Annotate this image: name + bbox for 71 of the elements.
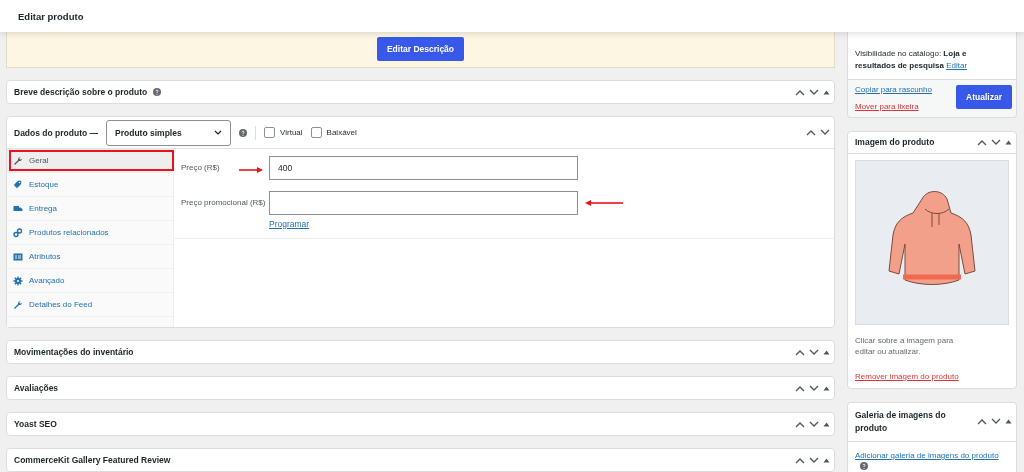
chevron-down-icon <box>214 130 223 135</box>
wrench-icon <box>13 299 23 310</box>
input-field[interactable] <box>269 191 578 215</box>
wrench-icon <box>13 155 23 166</box>
checkbox-label: Baixável <box>326 128 357 137</box>
checkbox[interactable] <box>264 127 276 138</box>
move-down-icon[interactable] <box>809 348 819 356</box>
annotation-arrow <box>585 200 623 206</box>
edit-description-button[interactable]: Editar Descrição <box>376 37 465 61</box>
field-label: Preço (R$) <box>181 163 220 172</box>
move-down-icon[interactable] <box>809 384 819 392</box>
tab[interactable]: Entrega <box>7 197 173 221</box>
truck-icon <box>13 203 23 214</box>
move-down-icon[interactable] <box>809 456 819 464</box>
hint-text: Clicar sobre a imagem para editar ou atualizar. <box>854 334 955 358</box>
move-up-icon[interactable] <box>795 348 805 356</box>
link-icon <box>13 227 23 238</box>
checkbox[interactable] <box>310 127 322 138</box>
collapse-icon[interactable] <box>823 89 830 95</box>
move-down-icon[interactable] <box>991 418 1001 426</box>
field-label: Preço promocional (R$) <box>181 198 266 207</box>
list-icon <box>13 251 23 262</box>
panel-title: Yoast SEO <box>14 419 57 429</box>
move-down-icon[interactable] <box>809 88 819 96</box>
copy-to-draft-link[interactable]: Copiar para rascunho <box>855 84 932 94</box>
move-up-icon[interactable] <box>795 88 805 96</box>
collapse-icon[interactable] <box>1005 139 1012 145</box>
input-field[interactable]: 400 <box>269 156 578 180</box>
product-type-select[interactable]: Produto simples <box>106 119 232 146</box>
move-down-icon[interactable] <box>991 138 1001 146</box>
product-image[interactable] <box>855 159 1009 325</box>
collapse-icon[interactable] <box>823 385 830 391</box>
annotation-arrow <box>239 167 263 173</box>
panel-title: Dados do produto — <box>14 127 99 138</box>
move-up-icon[interactable] <box>795 456 805 464</box>
add-gallery-link[interactable]: Adicionar galeria de imagens do produto <box>855 450 999 460</box>
schedule-link[interactable]: Programar <box>269 219 578 229</box>
panel-title: CommerceKit Gallery Featured Review <box>14 455 171 465</box>
remove-image-link[interactable]: Remover imagem do produto <box>855 371 959 381</box>
update-button[interactable]: Atualizar <box>956 84 1012 109</box>
help-icon[interactable] <box>153 88 162 96</box>
collapse-icon[interactable] <box>823 457 830 463</box>
help-icon[interactable] <box>860 461 868 470</box>
panel-title: Avaliações <box>14 383 59 393</box>
tag-icon <box>13 179 23 190</box>
move-up-icon[interactable] <box>977 138 987 146</box>
panel-title: Breve descrição sobre o produto <box>14 87 148 97</box>
tab[interactable]: Estoque <box>7 173 173 197</box>
move-down-icon[interactable] <box>809 420 819 428</box>
move-up-icon[interactable] <box>795 420 805 428</box>
move-down-icon[interactable] <box>820 129 830 136</box>
collapse-icon[interactable] <box>1005 419 1012 425</box>
move-to-trash-link[interactable]: Mover para lixeira <box>855 101 932 111</box>
visibility-text: Visibilidade no catálogo: Loja e resultados de pesquisa Editar <box>855 48 969 73</box>
collapse-icon[interactable] <box>823 421 830 427</box>
panel-title: Imagem do produto <box>855 137 935 148</box>
tab[interactable]: Produtos relacionados <box>7 221 173 245</box>
move-up-icon[interactable] <box>806 129 816 136</box>
collapse-icon[interactable] <box>823 349 830 355</box>
page-title: Editar produto <box>18 10 84 22</box>
move-up-icon[interactable] <box>795 384 805 392</box>
tab[interactable]: Detalhes do Feed <box>7 293 173 317</box>
edit-link[interactable]: Editar <box>946 61 968 71</box>
panel-title: Galeria de imagens do produto <box>855 409 947 435</box>
tab[interactable]: Atributos <box>7 245 173 269</box>
move-up-icon[interactable] <box>977 418 987 426</box>
help-icon[interactable] <box>239 128 248 137</box>
checkbox-label: Virtual <box>280 128 303 137</box>
panel-title: Movimentações do inventário <box>14 347 134 357</box>
gear-icon <box>13 275 23 286</box>
tab[interactable]: Avançado <box>7 269 173 293</box>
